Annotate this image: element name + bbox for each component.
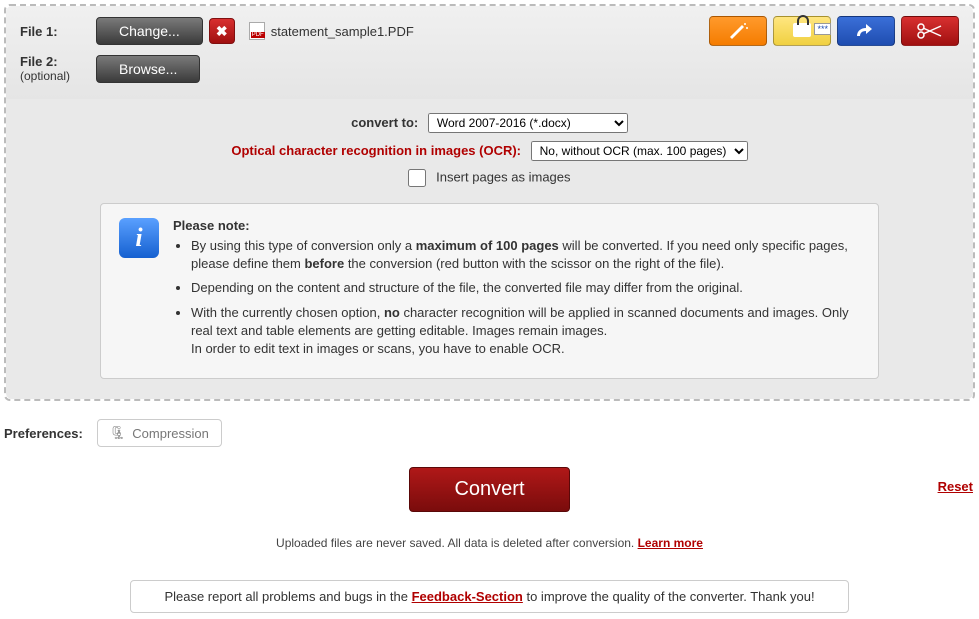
file1-name: statement_sample1.PDF [271,24,414,39]
convert-to-row: convert to: Word 2007-2016 (*.docx) [20,113,959,133]
file2-label: File 2:(optional) [20,54,96,83]
change-button[interactable]: Change... [96,17,203,45]
ocr-label: Optical character recognition in images … [231,143,521,158]
insert-images-checkbox[interactable] [408,169,426,187]
file1-label: File 1: [20,24,96,39]
disclaimer: Uploaded files are never saved. All data… [0,536,979,550]
insert-images-row: Insert pages as images [20,169,959,187]
options-section: convert to: Word 2007-2016 (*.docx) Opti… [6,99,973,399]
ocr-select[interactable]: No, without OCR (max. 100 pages) [531,141,748,161]
reset-link[interactable]: Reset [938,479,973,494]
note-title: Please note: [173,218,860,233]
pdf-icon [249,22,265,40]
preferences-row: Preferences: 🗜Compression [0,405,979,461]
learn-more-link[interactable]: Learn more [638,536,703,550]
main-container: File 1: Change... ✖ statement_sample1.PD… [4,4,975,401]
convert-to-select[interactable]: Word 2007-2016 (*.docx) [428,113,628,133]
file-section: File 1: Change... ✖ statement_sample1.PD… [6,6,973,99]
ocr-row: Optical character recognition in images … [20,141,959,161]
tool-buttons: *** [709,16,959,46]
convert-to-label: convert to: [351,115,418,130]
file2-row: File 2:(optional) Browse... [20,54,959,83]
note-content: Please note: By using this type of conve… [173,218,860,364]
convert-button[interactable]: Convert [409,467,569,512]
feedback-link[interactable]: Feedback-Section [412,589,523,604]
remove-file-button[interactable]: ✖ [209,18,235,44]
file1-row: File 1: Change... ✖ statement_sample1.PD… [20,16,959,46]
convert-row: Convert Reset [0,461,979,516]
magic-wand-button[interactable] [709,16,767,46]
lock-password-button[interactable]: *** [773,16,831,46]
scissor-button[interactable] [901,16,959,46]
insert-images-label: Insert pages as images [436,169,570,184]
compression-icon: 🗜 [110,425,127,441]
feedback-box: Please report all problems and bugs in t… [130,580,849,613]
note-bullet-2: Depending on the content and structure o… [191,279,860,297]
browse-button[interactable]: Browse... [96,55,200,83]
note-box: i Please note: By using this type of con… [100,203,879,379]
info-icon: i [119,218,159,258]
note-bullet-1: By using this type of conversion only a … [191,237,860,273]
note-bullet-3: With the currently chosen option, no cha… [191,304,860,359]
compression-button[interactable]: 🗜Compression [97,419,222,447]
rotate-button[interactable] [837,16,895,46]
preferences-label: Preferences: [4,426,83,441]
